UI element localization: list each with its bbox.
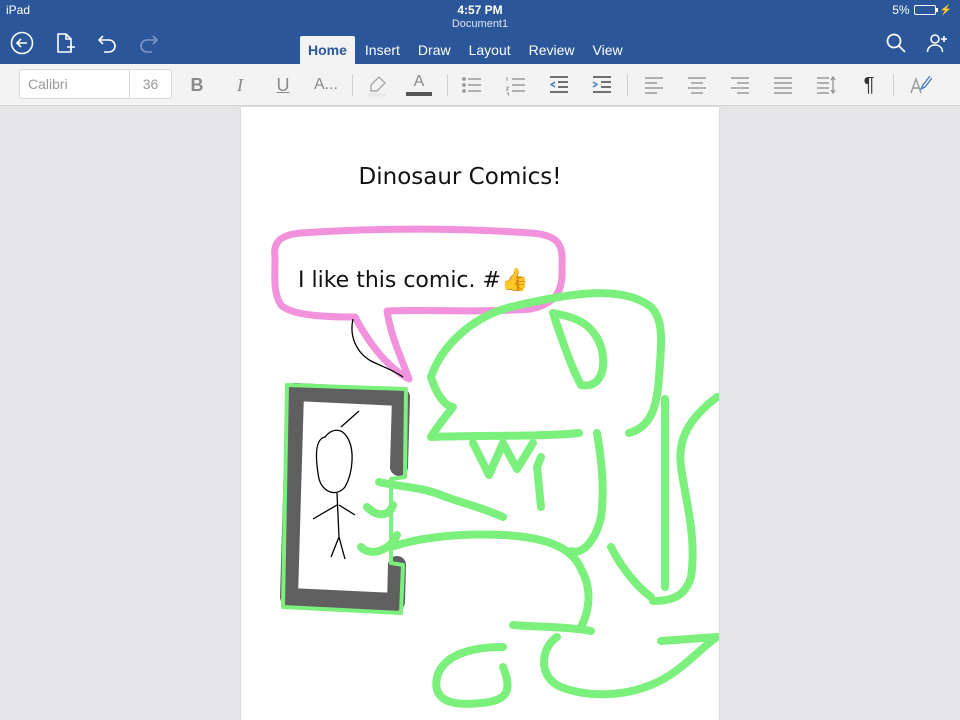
tab-layout[interactable]: Layout <box>461 36 519 64</box>
highlighter-icon[interactable] <box>363 73 391 97</box>
document-menu-icon[interactable] <box>52 30 78 56</box>
font-name-field[interactable]: Calibri <box>20 70 130 98</box>
status-time: 4:57 PM <box>457 3 503 17</box>
font-selector[interactable]: Calibri 36 <box>19 69 172 99</box>
bold-button[interactable]: B <box>183 73 211 97</box>
stick-figure-ink <box>312 410 360 560</box>
font-color-bar <box>406 92 432 96</box>
tab-review[interactable]: Review <box>521 36 583 64</box>
dinosaur-ink <box>357 289 719 708</box>
font-effects-button[interactable]: A... <box>312 73 340 97</box>
pilcrow-button[interactable]: ¶ <box>855 73 883 97</box>
ribbon-divider <box>352 74 353 96</box>
align-center-icon[interactable] <box>683 73 711 97</box>
status-battery: 5% ⚡ <box>892 3 952 17</box>
font-size-field[interactable]: 36 <box>130 70 171 98</box>
charging-icon: ⚡ <box>939 4 952 16</box>
ribbon-divider <box>893 74 894 96</box>
ribbon-divider <box>627 74 628 96</box>
font-color-letter: A <box>413 73 425 90</box>
battery-percent: 5% <box>892 3 910 17</box>
ink-drawing <box>271 225 719 708</box>
align-right-icon[interactable] <box>726 73 754 97</box>
numbering-icon[interactable] <box>502 73 530 97</box>
tab-insert[interactable]: Insert <box>357 36 408 64</box>
justify-icon[interactable] <box>769 73 797 97</box>
battery-icon <box>913 5 938 15</box>
font-color-button[interactable]: A <box>405 73 433 97</box>
undo-icon[interactable] <box>94 30 120 56</box>
ribbon-divider <box>447 74 448 96</box>
redo-icon[interactable] <box>136 30 162 56</box>
decrease-indent-icon[interactable] <box>545 73 573 97</box>
styles-icon[interactable] <box>906 73 934 97</box>
tab-home[interactable]: Home <box>300 36 355 64</box>
back-icon[interactable] <box>9 30 35 56</box>
underline-button[interactable]: U <box>269 73 297 97</box>
search-icon[interactable] <box>883 30 909 56</box>
bullets-icon[interactable] <box>458 73 486 97</box>
tab-view[interactable]: View <box>585 36 631 64</box>
share-person-icon[interactable] <box>924 30 950 56</box>
home-ribbon: Calibri 36 B I U A... A ¶ <box>0 64 960 106</box>
ribbon-tabs: Home Insert Draw Layout Review View <box>300 36 633 64</box>
italic-button[interactable]: I <box>226 73 254 97</box>
line-spacing-icon[interactable] <box>812 73 840 97</box>
increase-indent-icon[interactable] <box>588 73 616 97</box>
align-left-icon[interactable] <box>640 73 668 97</box>
document-name[interactable]: Document1 <box>0 18 960 30</box>
app-bar: iPad 4:57 PM 5% ⚡ Document1 Home Insert … <box>0 0 960 64</box>
tab-draw[interactable]: Draw <box>410 36 459 64</box>
speech-text: I like this comic. #👍 <box>298 268 529 293</box>
document-page[interactable]: Dinosaur Comics! I like this comic. #👍 <box>241 107 719 720</box>
